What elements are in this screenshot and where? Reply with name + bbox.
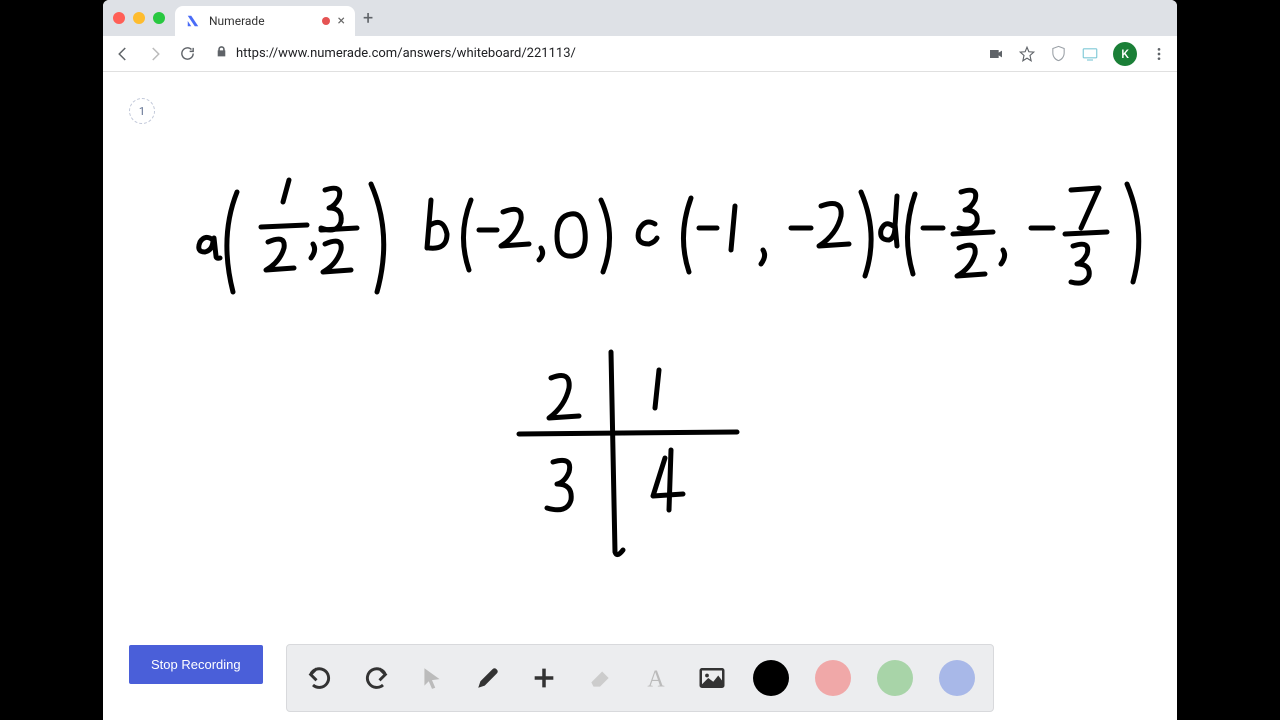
shield-icon[interactable] bbox=[1050, 45, 1067, 62]
recording-indicator-icon bbox=[322, 17, 330, 25]
image-tool-button[interactable] bbox=[697, 663, 727, 693]
close-tab-button[interactable]: × bbox=[338, 13, 345, 29]
undo-button[interactable] bbox=[305, 663, 335, 693]
redo-button[interactable] bbox=[361, 663, 391, 693]
pen-tool-button[interactable] bbox=[473, 663, 503, 693]
maximize-window-button[interactable] bbox=[153, 12, 165, 24]
browser-right-icons: K bbox=[988, 42, 1167, 66]
eraser-tool-button[interactable] bbox=[585, 663, 615, 693]
reload-button[interactable] bbox=[177, 44, 197, 64]
bookmark-star-icon[interactable] bbox=[1018, 45, 1036, 63]
tab-title: Numerade bbox=[209, 14, 314, 28]
close-window-button[interactable] bbox=[113, 12, 125, 24]
minimize-window-button[interactable] bbox=[133, 12, 145, 24]
color-blue-button[interactable] bbox=[939, 660, 975, 696]
url-text: https://www.numerade.com/answers/whitebo… bbox=[236, 46, 576, 61]
color-green-button[interactable] bbox=[877, 660, 913, 696]
browser-window: Numerade × + https://www.numerade.com/an… bbox=[103, 0, 1177, 720]
lock-icon bbox=[215, 45, 228, 62]
whiteboard-canvas[interactable]: 1 bbox=[103, 72, 1177, 720]
color-red-button[interactable] bbox=[815, 660, 851, 696]
back-button[interactable] bbox=[113, 44, 133, 64]
forward-button[interactable] bbox=[145, 44, 165, 64]
page-number-badge[interactable]: 1 bbox=[129, 98, 155, 124]
menu-icon[interactable] bbox=[1151, 46, 1167, 62]
color-black-button[interactable] bbox=[753, 660, 789, 696]
profile-avatar[interactable]: K bbox=[1113, 42, 1137, 66]
text-tool-button[interactable]: A bbox=[641, 663, 671, 693]
browser-tab[interactable]: Numerade × bbox=[175, 6, 355, 36]
svg-text:A: A bbox=[647, 667, 665, 691]
handwriting-layer bbox=[103, 72, 1177, 720]
address-bar: https://www.numerade.com/answers/whitebo… bbox=[103, 36, 1177, 72]
pointer-tool-button[interactable] bbox=[417, 663, 447, 693]
stop-recording-button[interactable]: Stop Recording bbox=[129, 645, 263, 684]
whiteboard-toolbar: A bbox=[286, 644, 994, 712]
avatar-letter: K bbox=[1121, 47, 1129, 61]
cast-icon[interactable] bbox=[1081, 45, 1099, 63]
window-controls bbox=[113, 12, 165, 24]
new-tab-button[interactable]: + bbox=[363, 8, 373, 29]
camera-icon[interactable] bbox=[988, 46, 1004, 62]
title-bar: Numerade × + bbox=[103, 0, 1177, 36]
url-bar[interactable]: https://www.numerade.com/answers/whitebo… bbox=[209, 45, 976, 62]
favicon-icon bbox=[185, 13, 201, 29]
add-tool-button[interactable] bbox=[529, 663, 559, 693]
